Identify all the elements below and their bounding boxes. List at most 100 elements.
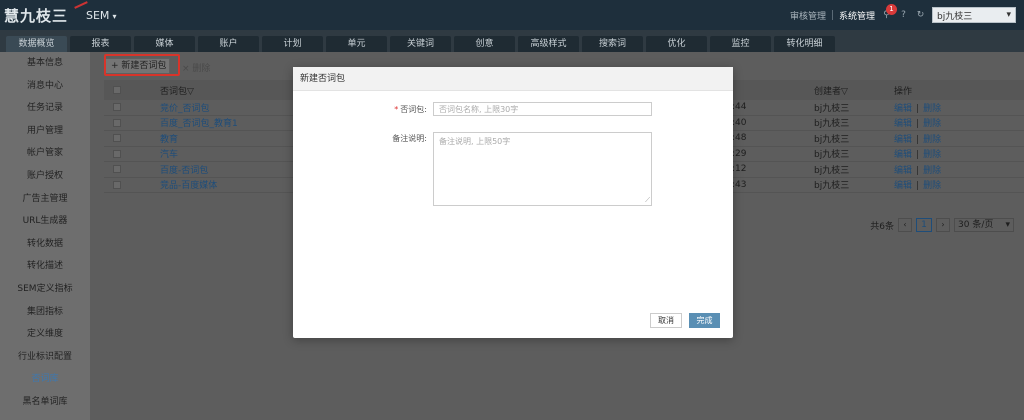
- pagination: 共6条 ‹ 1 › 30 条/页 ▾: [870, 218, 1014, 232]
- delete-link[interactable]: 删除: [923, 150, 941, 160]
- new-pack-modal: 新建否词包 * 否词包: 否词包名称, 上限30字 备注说明: 备注说明, 上限5…: [293, 67, 733, 338]
- total-count: 共6条: [870, 221, 894, 232]
- note-label: 备注说明:: [392, 134, 427, 143]
- edit-link[interactable]: 编辑: [894, 166, 912, 176]
- refresh-icon[interactable]: ↻: [915, 10, 926, 21]
- tab-search-terms[interactable]: 搜索词: [582, 36, 643, 52]
- page-size-select[interactable]: 30 条/页 ▾: [954, 218, 1014, 232]
- tab-reports[interactable]: 报表: [70, 36, 131, 52]
- chevron-down-icon: ▾: [1005, 220, 1010, 230]
- account-select[interactable]: bj九枝三 ▾: [932, 7, 1016, 23]
- header-right: 审核管理 系统管理 ⚲ 1 ? ↻ bj九枝三 ▾: [790, 0, 1024, 30]
- next-page-button[interactable]: ›: [936, 218, 950, 232]
- sidebar-item[interactable]: SEM定义指标: [0, 278, 90, 301]
- chevron-down-icon: ▾: [112, 12, 117, 21]
- divider: |: [916, 181, 920, 192]
- row-checkbox[interactable]: [113, 149, 121, 158]
- creator: bj九枝三: [814, 119, 850, 130]
- row-checkbox[interactable]: [113, 118, 121, 127]
- sidebar-item[interactable]: 转化描述: [0, 255, 90, 278]
- chevron-down-icon: ▾: [1006, 10, 1011, 20]
- sidebar-item[interactable]: 广告主管理: [0, 188, 90, 211]
- sidebar-item[interactable]: 任务记录: [0, 97, 90, 120]
- resize-handle-icon[interactable]: ⟋: [645, 197, 650, 204]
- tab-advanced-styles[interactable]: 高级样式: [518, 36, 579, 52]
- pack-name-input[interactable]: 否词包名称, 上限30字: [433, 102, 652, 116]
- delete-link[interactable]: 删除: [923, 119, 941, 129]
- edit-link[interactable]: 编辑: [894, 150, 912, 160]
- sidebar-item[interactable]: URL生成器: [0, 210, 90, 233]
- notification-icon[interactable]: ⚲ 1: [881, 3, 897, 21]
- edit-link[interactable]: 编辑: [894, 181, 912, 191]
- tab-creatives[interactable]: 创意: [454, 36, 515, 52]
- sidebar-item[interactable]: 行业标识配置: [0, 346, 90, 369]
- sidebar-item[interactable]: 集团指标: [0, 301, 90, 324]
- tab-conversion-details[interactable]: 转化明细: [774, 36, 835, 52]
- sidebar-item-active[interactable]: 否词库: [0, 368, 90, 391]
- sidebar-item[interactable]: 定义维度: [0, 323, 90, 346]
- tab-optimize[interactable]: 优化: [646, 36, 707, 52]
- pack-name-link[interactable]: 百度-否词包: [160, 166, 208, 176]
- pack-name-link[interactable]: 竞价_否词包: [160, 104, 210, 114]
- delete-link[interactable]: 删除: [923, 104, 941, 114]
- audit-management-link[interactable]: 审核管理: [790, 9, 826, 22]
- divider: [831, 10, 833, 20]
- pack-name-link[interactable]: 竞品-百度媒体: [160, 181, 217, 191]
- product-switcher[interactable]: SEM ▾: [86, 9, 116, 22]
- confirm-button[interactable]: 完成: [689, 313, 720, 328]
- edit-link[interactable]: 编辑: [894, 119, 912, 129]
- pack-name-link[interactable]: 汽车: [160, 150, 178, 160]
- divider: |: [916, 134, 920, 145]
- creator: bj九枝三: [814, 134, 850, 145]
- prev-page-button[interactable]: ‹: [898, 218, 912, 232]
- sidebar-item[interactable]: 帐户管家: [0, 142, 90, 165]
- divider: |: [916, 103, 920, 114]
- edit-link[interactable]: 编辑: [894, 104, 912, 114]
- current-page[interactable]: 1: [916, 218, 932, 232]
- divider: |: [916, 150, 920, 161]
- tab-units[interactable]: 单元: [326, 36, 387, 52]
- creator: bj九枝三: [814, 103, 850, 114]
- product-label: SEM: [86, 9, 110, 22]
- pack-name-link[interactable]: 教育: [160, 135, 178, 145]
- tab-monitor[interactable]: 监控: [710, 36, 771, 52]
- account-label: bj九枝三: [937, 11, 973, 22]
- help-icon[interactable]: ?: [898, 10, 909, 21]
- sidebar-item[interactable]: 消息中心: [0, 75, 90, 98]
- row-checkbox[interactable]: [113, 180, 121, 189]
- sidebar-item[interactable]: 转化数据: [0, 233, 90, 256]
- note-textarea[interactable]: 备注说明, 上限50字 ⟋: [433, 132, 652, 206]
- sidebar-item[interactable]: 用户管理: [0, 120, 90, 143]
- system-management-link[interactable]: 系统管理: [839, 9, 875, 22]
- pack-name-link[interactable]: 百度_否词包_教育1: [160, 119, 238, 129]
- divider: |: [916, 119, 920, 130]
- header-op: 操作: [894, 86, 913, 97]
- row-checkbox[interactable]: [113, 165, 121, 174]
- sidebar: 基本信息 消息中心 任务记录 用户管理 帐户管家 账户授权 广告主管理 URL生…: [0, 52, 90, 420]
- page-size-label: 30 条/页: [958, 220, 994, 230]
- creator: bj九枝三: [814, 165, 850, 176]
- tab-media[interactable]: 媒体: [134, 36, 195, 52]
- header-creator[interactable]: 创建者▽: [814, 84, 894, 97]
- delete-link[interactable]: 删除: [923, 181, 941, 191]
- row-checkbox[interactable]: [113, 134, 121, 143]
- delete-link[interactable]: 删除: [923, 166, 941, 176]
- cancel-button[interactable]: 取消: [650, 313, 682, 328]
- creator: bj九枝三: [814, 181, 850, 192]
- main-tabs: 数据概览 报表 媒体 账户 计划 单元 关键词 创意 高级样式 搜索词 优化 监…: [0, 30, 1024, 52]
- sidebar-item[interactable]: 黑名单词库: [0, 391, 90, 414]
- edit-link[interactable]: 编辑: [894, 135, 912, 145]
- notification-badge: 1: [886, 3, 897, 15]
- select-all-checkbox[interactable]: [113, 86, 121, 94]
- tab-accounts[interactable]: 账户: [198, 36, 259, 52]
- tab-overview[interactable]: 数据概览: [6, 36, 67, 52]
- sidebar-item[interactable]: 账户授权: [0, 165, 90, 188]
- highlight-outline: [104, 54, 180, 76]
- tab-keywords[interactable]: 关键词: [390, 36, 451, 52]
- delete-link[interactable]: 删除: [923, 135, 941, 145]
- sidebar-item[interactable]: 基本信息: [0, 52, 90, 75]
- tab-plans[interactable]: 计划: [262, 36, 323, 52]
- logo: 慧九枝三: [4, 7, 69, 25]
- row-checkbox[interactable]: [113, 103, 121, 112]
- delete-button[interactable]: × 删除: [182, 61, 210, 74]
